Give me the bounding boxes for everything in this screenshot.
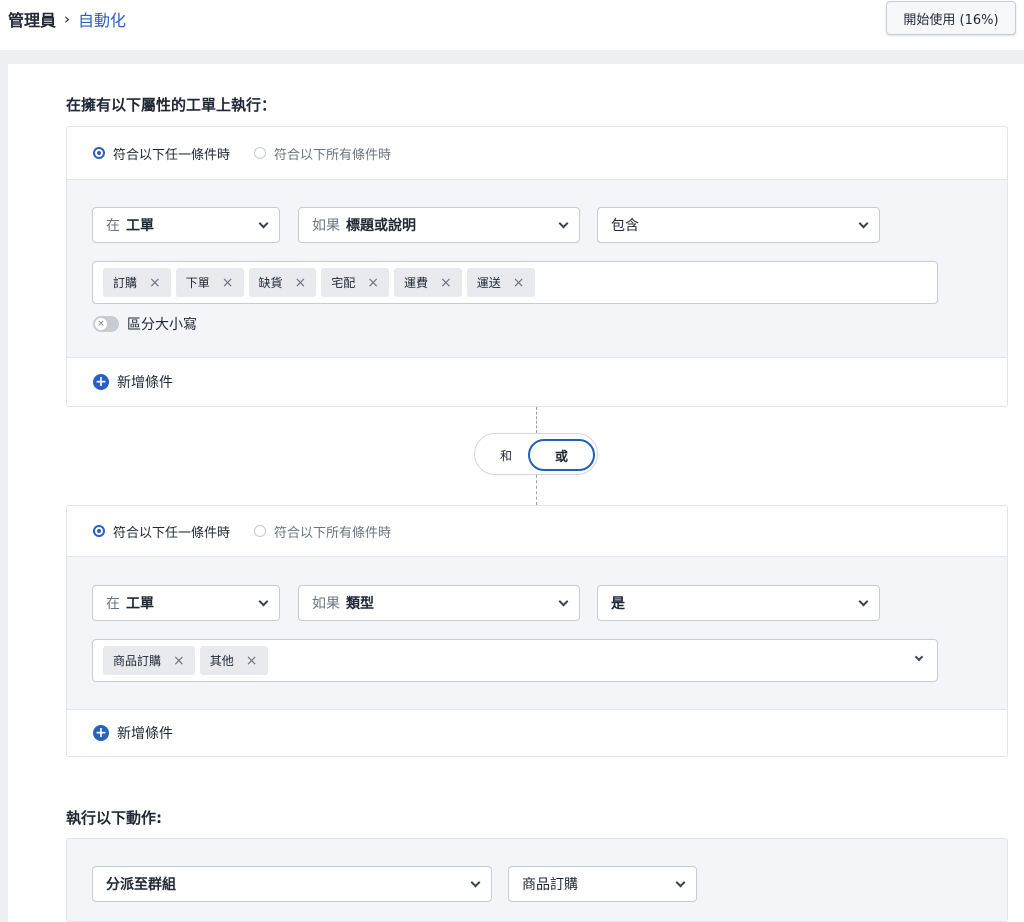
radio-unselected-icon bbox=[254, 525, 267, 537]
add-condition-label: 新增條件 bbox=[117, 375, 173, 391]
and-or-switch: 和 或 bbox=[474, 433, 598, 475]
tag: 運送 × bbox=[466, 268, 535, 297]
tag: 商品訂購 × bbox=[103, 646, 195, 675]
add-condition-label: 新增條件 bbox=[117, 726, 173, 742]
select-value: 工單 bbox=[126, 596, 154, 612]
select-value: 是 bbox=[611, 596, 625, 612]
radio-label: 符合以下任一條件時 bbox=[113, 525, 231, 541]
connector-line-bottom bbox=[536, 475, 537, 505]
tag: 下單 × bbox=[175, 268, 244, 297]
tag: 訂購 × bbox=[103, 268, 171, 297]
close-icon[interactable]: × bbox=[513, 275, 525, 291]
close-icon[interactable]: × bbox=[246, 653, 258, 669]
select-value: 標題或說明 bbox=[346, 218, 416, 234]
field-select[interactable]: 如果 類型 bbox=[298, 585, 580, 621]
tag-label: 運送 bbox=[476, 276, 501, 290]
condition-group-1: 符合以下任一條件時 符合以下所有條件時 在 工單 如果 標題或說明 包含 訂購 ×… bbox=[66, 126, 1008, 407]
radio-unselected-icon bbox=[254, 147, 267, 159]
tag-label: 缺貨 bbox=[258, 276, 283, 290]
group-match-mode: 符合以下任一條件時 符合以下所有條件時 bbox=[67, 127, 1007, 180]
conditions-title: 在擁有以下屬性的工單上執行： bbox=[66, 96, 277, 114]
condition-group-2: 符合以下任一條件時 符合以下所有條件時 在 工單 如果 類型 是 商品訂購 × 其… bbox=[66, 505, 1008, 757]
breadcrumb-current[interactable]: 自動化 bbox=[78, 7, 126, 31]
radio-label: 符合以下所有條件時 bbox=[274, 147, 392, 163]
close-icon[interactable]: × bbox=[440, 275, 452, 291]
select-value: 包含 bbox=[611, 218, 639, 234]
select-value: 工單 bbox=[126, 218, 154, 234]
close-icon[interactable]: × bbox=[367, 275, 379, 291]
chevron-down-icon bbox=[858, 218, 869, 229]
chevron-down-icon bbox=[558, 596, 569, 607]
add-condition-button[interactable]: + 新增條件 bbox=[67, 710, 1007, 756]
select-prefix: 在 bbox=[106, 218, 120, 234]
tag-label: 宅配 bbox=[331, 276, 356, 290]
radio-match-all[interactable]: 符合以下所有條件時 bbox=[254, 144, 391, 163]
radio-selected-icon bbox=[93, 525, 105, 537]
radio-selected-icon bbox=[93, 147, 105, 159]
or-option[interactable]: 或 bbox=[528, 439, 595, 471]
tag-label: 商品訂購 bbox=[113, 654, 162, 668]
chevron-down-icon bbox=[858, 596, 869, 607]
breadcrumb: 管理員 › 自動化 bbox=[8, 7, 126, 31]
case-sensitive-toggle-row: × 區分大小寫 bbox=[93, 314, 197, 334]
tag-label: 下單 bbox=[185, 276, 210, 290]
close-icon[interactable]: × bbox=[295, 275, 307, 291]
tag-label: 訂購 bbox=[113, 276, 138, 290]
actions-title: 執行以下動作: bbox=[66, 809, 162, 827]
breadcrumb-root[interactable]: 管理員 bbox=[8, 7, 56, 31]
operator-select[interactable]: 是 bbox=[597, 585, 880, 621]
chevron-right-icon: › bbox=[64, 10, 71, 28]
radio-match-all[interactable]: 符合以下所有條件時 bbox=[254, 522, 391, 541]
chevron-down-icon bbox=[470, 877, 481, 888]
select-value: 類型 bbox=[346, 596, 374, 612]
radio-match-any[interactable]: 符合以下任一條件時 bbox=[93, 144, 230, 163]
and-option[interactable]: 和 bbox=[500, 447, 512, 464]
chevron-down-icon bbox=[558, 218, 569, 229]
tag-label: 其他 bbox=[209, 654, 234, 668]
close-icon[interactable]: × bbox=[173, 653, 185, 669]
select-prefix: 如果 bbox=[312, 218, 340, 234]
action-type-select[interactable]: 分派至群組 bbox=[92, 866, 492, 902]
tag: 宅配 × bbox=[321, 268, 389, 297]
case-sensitive-toggle[interactable]: × bbox=[93, 316, 119, 332]
radio-label: 符合以下所有條件時 bbox=[274, 525, 392, 541]
tag: 缺貨 × bbox=[248, 268, 317, 297]
operator-select[interactable]: 包含 bbox=[597, 207, 880, 243]
group-match-mode: 符合以下任一條件時 符合以下所有條件時 bbox=[67, 506, 1007, 557]
select-value: 分派至群組 bbox=[106, 877, 176, 893]
keyword-tag-input[interactable]: 訂購 × 下單 × 缺貨 × 宅配 × 運費 × 運送 × bbox=[92, 261, 938, 304]
chevron-down-icon bbox=[258, 218, 269, 229]
chevron-down-icon bbox=[258, 596, 269, 607]
start-button[interactable]: 開始使用 (16%) bbox=[886, 1, 1016, 35]
tag: 其他 × bbox=[199, 646, 268, 675]
select-value: 商品訂購 bbox=[522, 877, 578, 893]
tag: 運費 × bbox=[394, 268, 462, 297]
scope-select[interactable]: 在 工單 bbox=[92, 585, 280, 621]
scope-select[interactable]: 在 工單 bbox=[92, 207, 280, 243]
plus-circle-icon: + bbox=[93, 374, 109, 390]
radio-label: 符合以下任一條件時 bbox=[113, 147, 231, 163]
top-bar: 管理員 › 自動化 開始使用 (16%) bbox=[0, 0, 1024, 50]
close-icon[interactable]: × bbox=[222, 275, 234, 291]
group-conditions-body: 在 工單 如果 類型 是 商品訂購 × 其他 × bbox=[67, 557, 1007, 710]
action-target-select[interactable]: 商品訂購 bbox=[508, 866, 697, 902]
connector-line-top bbox=[536, 407, 537, 433]
group-conditions-body: 在 工單 如果 標題或說明 包含 訂購 × 下單 × 缺貨 × 宅配 × 運費 × 運送 ×… bbox=[67, 180, 1007, 358]
field-select[interactable]: 如果 標題或說明 bbox=[298, 207, 580, 243]
select-prefix: 如果 bbox=[312, 596, 340, 612]
toggle-off-icon: × bbox=[95, 318, 107, 330]
tag-label: 運費 bbox=[404, 276, 429, 290]
add-condition-button[interactable]: + 新增條件 bbox=[67, 358, 1007, 406]
radio-match-any[interactable]: 符合以下任一條件時 bbox=[93, 522, 230, 541]
action-row: 分派至群組 商品訂購 bbox=[66, 838, 1008, 922]
close-icon[interactable]: × bbox=[149, 275, 161, 291]
select-prefix: 在 bbox=[106, 596, 120, 612]
chevron-down-icon bbox=[675, 877, 686, 888]
type-multi-select[interactable]: 商品訂購 × 其他 × bbox=[92, 639, 938, 682]
plus-circle-icon: + bbox=[93, 725, 109, 741]
chevron-down-icon[interactable] bbox=[914, 652, 924, 662]
toggle-label: 區分大小寫 bbox=[127, 317, 197, 333]
